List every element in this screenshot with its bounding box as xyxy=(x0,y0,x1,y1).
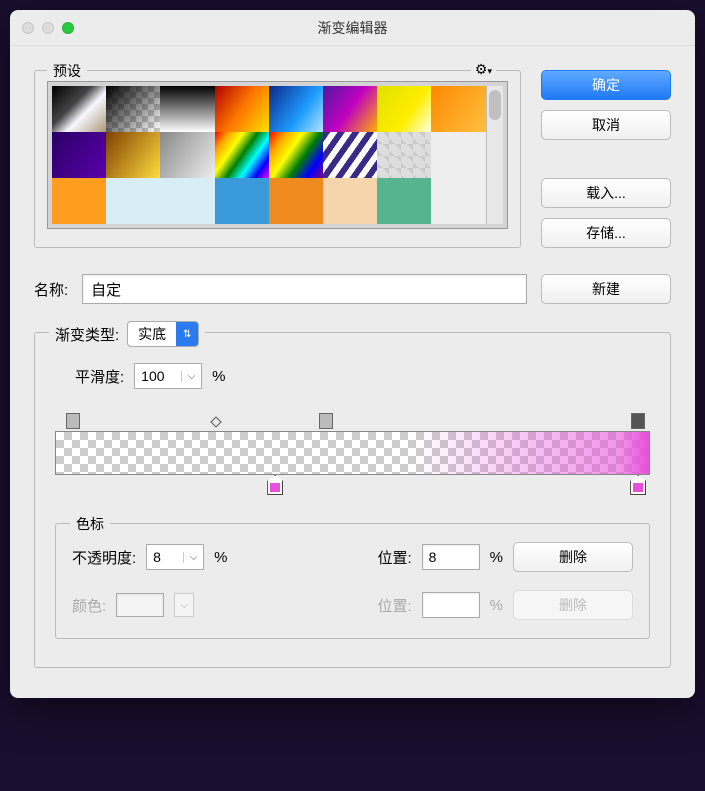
preset-swatch[interactable] xyxy=(431,86,485,132)
percent-unit: % xyxy=(214,549,227,566)
percent-unit: % xyxy=(490,549,503,566)
opacity-stop-handle[interactable] xyxy=(631,413,645,429)
percent-unit: % xyxy=(490,597,503,614)
cancel-button[interactable]: 取消 xyxy=(541,110,671,140)
opacity-input[interactable] xyxy=(147,545,183,569)
preset-swatch[interactable] xyxy=(377,178,431,224)
preset-swatch[interactable] xyxy=(323,132,377,178)
preset-swatch[interactable] xyxy=(106,132,160,178)
smoothness-label: 平滑度: xyxy=(75,366,124,387)
chevron-down-icon[interactable]: ⌵ xyxy=(181,371,201,382)
color-stop-handle[interactable] xyxy=(630,475,646,495)
color-stop-handle[interactable] xyxy=(267,475,283,495)
preset-swatch[interactable] xyxy=(323,86,377,132)
gradient-type-label: 渐变类型: xyxy=(55,324,119,345)
preset-swatch[interactable] xyxy=(160,178,214,224)
delete-color-button: 删除 xyxy=(513,590,633,620)
preset-swatch[interactable] xyxy=(160,132,214,178)
preset-swatch[interactable] xyxy=(52,132,106,178)
load-button[interactable]: 载入... xyxy=(541,178,671,208)
preset-swatch[interactable] xyxy=(431,132,485,178)
preset-swatch[interactable] xyxy=(106,178,160,224)
preset-swatch[interactable] xyxy=(215,132,269,178)
save-button[interactable]: 存储... xyxy=(541,218,671,248)
gear-icon[interactable]: ⚙︎▾ xyxy=(471,61,496,78)
preset-swatch[interactable] xyxy=(52,86,106,132)
gradient-editor-window: 渐变编辑器 预设 ⚙︎▾ xyxy=(10,10,695,698)
scroll-thumb[interactable] xyxy=(489,90,501,120)
chevron-updown-icon: ⇅ xyxy=(176,322,198,346)
midpoint-handle[interactable] xyxy=(210,416,221,427)
position-label: 位置: xyxy=(377,595,411,616)
name-input[interactable] xyxy=(82,274,527,304)
window-title: 渐变编辑器 xyxy=(10,18,695,38)
ok-button[interactable]: 确定 xyxy=(541,70,671,100)
color-label: 颜色: xyxy=(72,595,106,616)
preset-swatch[interactable] xyxy=(269,178,323,224)
preset-swatch[interactable] xyxy=(323,178,377,224)
preset-swatch[interactable] xyxy=(106,86,160,132)
delete-stop-button[interactable]: 删除 xyxy=(513,542,633,572)
chevron-down-icon: ⌵ xyxy=(174,593,194,617)
preset-swatch[interactable] xyxy=(269,86,323,132)
chevron-down-icon[interactable]: ⌵ xyxy=(183,552,203,563)
gradient-type-group: 渐变类型: 实底 ⇅ 平滑度: ⌵ % 色标 xyxy=(34,332,671,668)
color-stops-group: 色标 不透明度: ⌵ % 位置: % 删除 颜色: xyxy=(55,523,650,639)
opacity-label: 不透明度: xyxy=(72,547,136,568)
opacity-stop-handle[interactable] xyxy=(66,413,80,429)
preset-swatch[interactable] xyxy=(377,132,431,178)
opacity-stop-handle[interactable] xyxy=(319,413,333,429)
new-button[interactable]: 新建 xyxy=(541,274,671,304)
preset-swatch[interactable] xyxy=(215,86,269,132)
position-input-disabled xyxy=(422,592,480,618)
preset-swatch[interactable] xyxy=(377,86,431,132)
gradient-type-select[interactable]: 实底 ⇅ xyxy=(127,321,199,347)
presets-scrollbar[interactable] xyxy=(486,86,504,224)
gradient-bar[interactable] xyxy=(55,431,650,475)
preset-swatch[interactable] xyxy=(431,178,485,224)
preset-swatch[interactable] xyxy=(215,178,269,224)
name-label: 名称: xyxy=(34,279,68,300)
color-well xyxy=(116,593,164,617)
presets-group: 预设 ⚙︎▾ xyxy=(34,70,521,248)
position-label: 位置: xyxy=(377,547,411,568)
percent-unit: % xyxy=(212,368,225,385)
titlebar[interactable]: 渐变编辑器 xyxy=(10,10,695,46)
preset-swatch[interactable] xyxy=(52,178,106,224)
stops-legend: 色标 xyxy=(70,514,110,534)
position-input[interactable] xyxy=(422,544,480,570)
preset-swatch[interactable] xyxy=(160,86,214,132)
preset-swatch[interactable] xyxy=(269,132,323,178)
presets-legend: 预设 xyxy=(47,61,87,81)
smoothness-input[interactable] xyxy=(135,364,181,388)
preset-swatch-grid xyxy=(52,86,486,224)
